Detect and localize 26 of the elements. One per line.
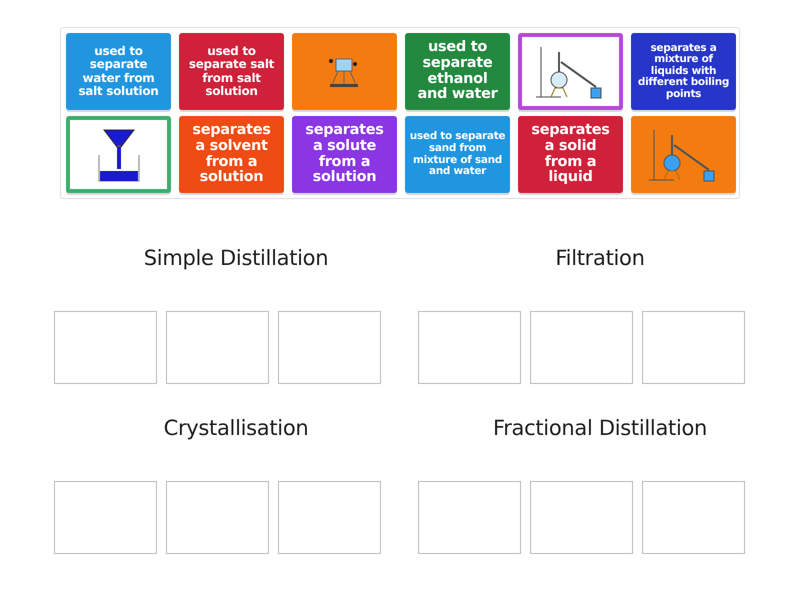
drop-slot[interactable] bbox=[642, 311, 745, 384]
drop-slot[interactable] bbox=[642, 481, 745, 554]
picture-card[interactable] bbox=[518, 33, 623, 110]
answer-card[interactable]: used to separate water from salt solution bbox=[66, 33, 171, 110]
group-title: Crystallisation bbox=[164, 416, 308, 442]
drop-slot[interactable] bbox=[54, 311, 157, 384]
answer-card[interactable]: used to separate sand from mixture of sand and water bbox=[405, 116, 510, 193]
drop-slot[interactable] bbox=[54, 481, 157, 554]
group-title: Filtration bbox=[555, 246, 645, 272]
drop-slot[interactable] bbox=[166, 481, 269, 554]
drop-slot[interactable] bbox=[166, 311, 269, 384]
group-title: Fractional Distillation bbox=[492, 416, 708, 442]
drop-slot[interactable] bbox=[530, 481, 633, 554]
answer-card[interactable]: separates a mixture of liquids with different boiling points bbox=[631, 33, 736, 110]
answer-card[interactable]: separates a solvent from a solution bbox=[179, 116, 284, 193]
answer-card[interactable]: used to separate salt from salt solution bbox=[179, 33, 284, 110]
picture-card[interactable] bbox=[66, 116, 171, 193]
drop-slot[interactable] bbox=[278, 481, 381, 554]
drop-slot[interactable] bbox=[418, 481, 521, 554]
drop-slot[interactable] bbox=[418, 311, 521, 384]
answer-card[interactable]: used to separate ethanol and water bbox=[405, 33, 510, 110]
drop-slot[interactable] bbox=[530, 311, 633, 384]
answer-card[interactable]: separates a solid from a liquid bbox=[518, 116, 623, 193]
group-title: Simple Distillation bbox=[144, 246, 328, 272]
answer-card[interactable]: separates a solute from a solution bbox=[292, 116, 397, 193]
drop-slot[interactable] bbox=[278, 311, 381, 384]
